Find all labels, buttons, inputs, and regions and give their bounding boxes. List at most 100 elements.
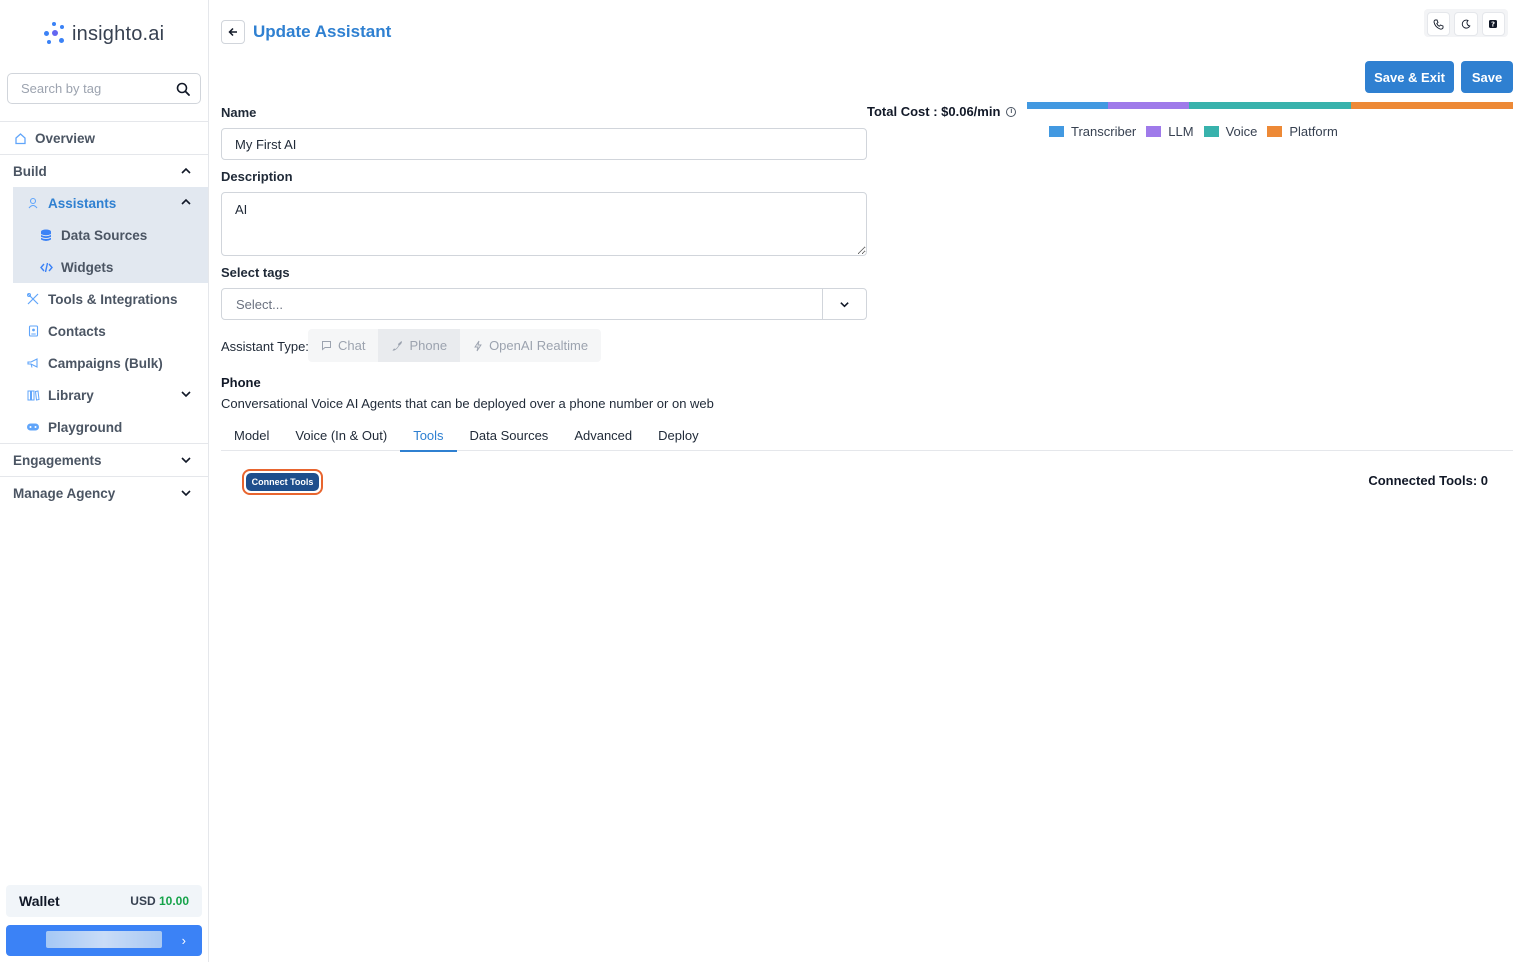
nav-overview[interactable]: Overview	[13, 122, 208, 154]
tag-search-input[interactable]	[21, 81, 176, 96]
tags-label: Select tags	[221, 265, 290, 280]
assistant-type-phone[interactable]: Phone	[378, 329, 461, 362]
lightning-icon	[474, 340, 482, 351]
description-label: Description	[221, 169, 293, 184]
connect-tools-button[interactable]: Connect Tools	[242, 469, 323, 495]
name-input[interactable]	[221, 128, 867, 160]
chevron-down-icon	[181, 490, 191, 497]
nav-widgets-label: Widgets	[61, 259, 114, 275]
tab-deploy[interactable]: Deploy	[645, 420, 711, 451]
tab-data-sources[interactable]: Data Sources	[457, 420, 562, 451]
tab-voice[interactable]: Voice (In & Out)	[282, 420, 400, 451]
chevron-up-icon	[181, 167, 191, 174]
nav-assistants[interactable]: Assistants	[13, 187, 208, 219]
wallet-panel[interactable]: Wallet USD 10.00	[6, 885, 202, 917]
nav-tools-integrations[interactable]: Tools & Integrations	[13, 283, 208, 315]
nav-data-sources-label: Data Sources	[61, 227, 148, 243]
tags-select-toggle[interactable]	[822, 289, 866, 319]
nav-manage-agency-label: Manage Agency	[13, 485, 116, 501]
assistant-type-chat-label: Chat	[338, 338, 366, 353]
assistant-type-openai-realtime[interactable]: OpenAI Realtime	[460, 329, 601, 362]
logo-text: insighto.ai	[72, 22, 165, 45]
tools-icon	[26, 292, 40, 306]
phone-section-description: Conversational Voice AI Agents that can …	[221, 396, 714, 411]
wallet-balance: USD 10.00	[130, 894, 189, 908]
assistant-type-chat[interactable]: Chat	[308, 329, 378, 362]
description-input[interactable]: AI	[221, 192, 867, 256]
nav-overview-label: Overview	[35, 130, 96, 146]
cost-segment-llm	[1108, 102, 1190, 109]
contact-card-icon	[26, 324, 40, 338]
wallet-amount: 10.00	[158, 894, 189, 908]
info-icon[interactable]: i	[1006, 106, 1017, 117]
user-account-button[interactable]: ›	[6, 925, 202, 956]
assistant-tabs: Model Voice (In & Out) Tools Data Source…	[221, 420, 1513, 452]
library-icon	[26, 388, 40, 402]
user-icon	[26, 196, 40, 210]
page-title: Update Assistant	[253, 22, 392, 41]
total-cost-label: Total Cost : $0.06/min	[867, 104, 1001, 119]
legend-label: Transcriber	[1071, 124, 1137, 139]
arrow-left-icon	[228, 27, 237, 37]
assistant-type-selector: Chat Phone OpenAI Realtime	[308, 329, 602, 362]
nav-section-manage-agency[interactable]: Manage Agency	[13, 477, 208, 509]
tags-select-placeholder: Select...	[236, 296, 283, 312]
nav-campaigns-label: Campaigns (Bulk)	[48, 355, 163, 371]
connected-tools-count: Connected Tools: 0	[1368, 473, 1488, 488]
nav-widgets[interactable]: Widgets	[13, 251, 208, 283]
tags-select[interactable]: Select...	[221, 288, 867, 320]
wallet-label: Wallet	[19, 893, 60, 909]
nav-contacts-label: Contacts	[48, 323, 106, 339]
nav-library-label: Library	[48, 387, 94, 403]
back-button[interactable]	[221, 20, 245, 44]
logo[interactable]: insighto.ai	[44, 22, 164, 46]
chat-icon	[322, 341, 331, 351]
legend-label: Voice	[1225, 124, 1258, 139]
database-icon	[39, 228, 53, 242]
chevron-down-icon	[840, 301, 849, 307]
cost-segment-platform	[1351, 102, 1513, 109]
code-icon	[39, 260, 53, 274]
nav-section-build[interactable]: Build	[13, 155, 208, 187]
cost-breakdown-bar	[1027, 102, 1513, 109]
legend-item-transcriber: Transcriber	[1049, 124, 1136, 139]
save-button[interactable]: Save	[1461, 61, 1513, 93]
nav-assistants-label: Assistants	[48, 195, 117, 211]
nav-campaigns[interactable]: Campaigns (Bulk)	[13, 347, 208, 379]
legend-item-platform: Platform	[1267, 124, 1338, 139]
save-exit-button[interactable]: Save & Exit	[1365, 61, 1454, 93]
legend-swatch	[1267, 126, 1283, 137]
cost-segment-voice	[1189, 102, 1351, 109]
nav-tools-label: Tools & Integrations	[48, 291, 178, 307]
help-button[interactable]: ?	[1481, 12, 1505, 36]
tab-advanced[interactable]: Advanced	[561, 420, 645, 451]
phone-call-button[interactable]	[1427, 12, 1451, 36]
connect-tools-label: Connect Tools	[246, 473, 319, 491]
redacted-user-name	[46, 931, 162, 948]
gamepad-icon	[26, 420, 40, 434]
nav-contacts[interactable]: Contacts	[13, 315, 208, 347]
nav-engagements-label: Engagements	[13, 452, 102, 468]
tab-tools[interactable]: Tools	[400, 420, 457, 452]
nav-section-engagements[interactable]: Engagements	[13, 444, 208, 476]
search-icon[interactable]	[176, 82, 190, 96]
total-cost: Total Cost : $0.06/min i	[867, 104, 1017, 119]
assistant-type-phone-label: Phone	[409, 338, 448, 353]
assistant-type-label: Assistant Type:	[221, 339, 309, 354]
tag-search[interactable]	[7, 73, 201, 104]
nav-playground[interactable]: Playground	[13, 411, 208, 443]
name-label: Name	[221, 105, 257, 120]
legend-label: LLM	[1168, 124, 1194, 139]
cost-legend: Transcriber LLM Voice Platform	[1049, 124, 1338, 139]
nav-data-sources[interactable]: Data Sources	[13, 219, 208, 251]
chevron-up-icon	[181, 198, 191, 205]
dark-mode-toggle[interactable]	[1454, 12, 1478, 36]
cost-segment-transcriber	[1027, 102, 1109, 109]
wallet-currency: USD	[130, 894, 156, 908]
legend-item-llm: LLM	[1146, 124, 1194, 139]
nav-library[interactable]: Library	[13, 379, 208, 411]
legend-swatch	[1049, 126, 1064, 137]
tab-model[interactable]: Model	[221, 420, 282, 451]
assistant-type-realtime-label: OpenAI Realtime	[489, 338, 589, 353]
phone-section-title: Phone	[221, 375, 261, 390]
